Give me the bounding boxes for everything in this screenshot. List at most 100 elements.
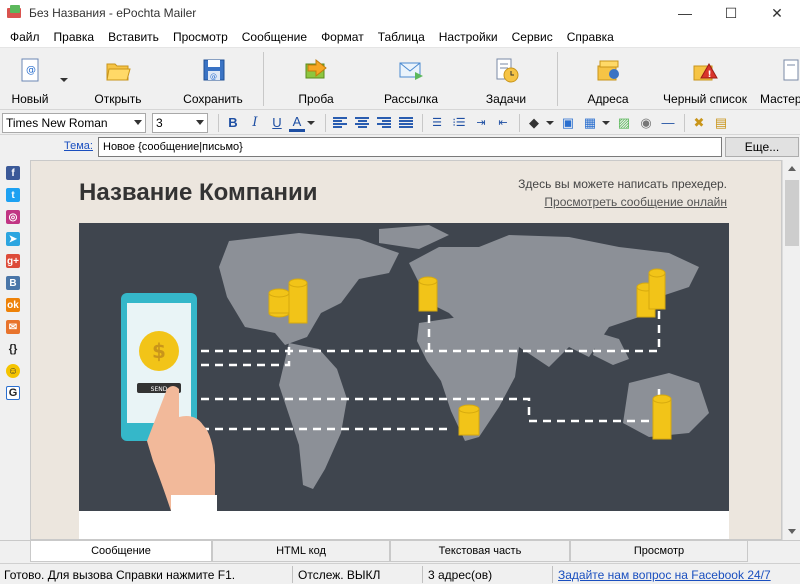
wizard-button[interactable]: Мастер: [760, 52, 800, 108]
scrollbar-thumb[interactable]: [785, 180, 799, 246]
dollar-sign: $: [152, 339, 166, 363]
vk-icon[interactable]: B: [6, 276, 20, 290]
send-button[interactable]: Рассылка: [384, 52, 438, 108]
italic-button[interactable]: I: [245, 113, 265, 133]
hero-image: $ SEND: [79, 223, 729, 511]
main-toolbar: @ Новый Открыть @ Сохранить Проба Рассыл…: [0, 48, 800, 110]
subject-label[interactable]: Тема:: [64, 140, 93, 152]
tab-text-part[interactable]: Текстовая часть: [390, 541, 570, 562]
phone-send-button: SEND: [151, 386, 168, 393]
numbered-list-icon: ☰: [432, 117, 442, 129]
address-book-icon: [594, 56, 622, 84]
menu-message[interactable]: Сообщение: [235, 30, 314, 44]
bold-button[interactable]: B: [223, 113, 243, 133]
font-family-select[interactable]: Times New Roman: [2, 112, 146, 133]
new-dropdown-arrow-icon[interactable]: [60, 78, 68, 82]
insert-image-button[interactable]: ▣: [558, 113, 578, 133]
menu-view[interactable]: Просмотр: [166, 30, 235, 44]
tab-preview[interactable]: Просмотр: [570, 541, 748, 562]
insert-picture-button[interactable]: ▨: [614, 113, 634, 133]
bullet-list-button[interactable]: ⁝☰: [449, 113, 469, 133]
view-online-link[interactable]: Просмотреть сообщение онлайн: [544, 195, 727, 209]
paste-button[interactable]: ▤: [711, 113, 731, 133]
align-right-button[interactable]: [374, 113, 394, 133]
menu-file[interactable]: Файл: [3, 30, 47, 44]
clipboard-icon: ▤: [714, 114, 728, 130]
font-size-select[interactable]: 3: [152, 112, 208, 133]
blacklist-warning-icon: !: [691, 56, 719, 84]
tasks-button[interactable]: Задачи: [484, 52, 528, 108]
message-editor[interactable]: Название Компании Здесь вы можете написа…: [30, 160, 782, 540]
save-button[interactable]: @ Сохранить: [182, 52, 244, 108]
scroll-down-icon[interactable]: [788, 529, 796, 534]
indent-icon: ⇥: [476, 117, 486, 129]
menu-table[interactable]: Таблица: [371, 30, 432, 44]
table-dropdown-icon[interactable]: [602, 120, 610, 125]
close-button[interactable]: ✕: [754, 0, 800, 26]
menu-edit[interactable]: Правка: [47, 30, 102, 44]
world-map-illustration: $ SEND: [121, 225, 709, 511]
svg-text:@: @: [210, 73, 217, 81]
blacklist-button[interactable]: ! Черный список: [660, 52, 750, 108]
telegram-icon[interactable]: ➤: [6, 232, 20, 246]
title-bar: Без Названия - ePochta Mailer — ☐ ✕: [0, 0, 800, 26]
font-color-button[interactable]: A: [289, 114, 305, 132]
font-color-dropdown-icon[interactable]: [307, 120, 315, 125]
instagram-icon[interactable]: ◎: [6, 210, 20, 224]
g-icon[interactable]: G: [6, 386, 20, 400]
test-button[interactable]: Проба: [296, 52, 336, 108]
menu-settings[interactable]: Настройки: [432, 30, 505, 44]
social-sidebar: f t ◎ ➤ g+ Bok ✉ {} ☺ G: [0, 158, 28, 540]
menu-service[interactable]: Сервис: [505, 30, 560, 44]
table-icon: ▦: [583, 114, 597, 130]
paint-bucket-icon: ◆: [529, 114, 539, 130]
braces-icon[interactable]: {}: [6, 342, 20, 356]
minimize-button[interactable]: —: [662, 0, 708, 26]
scroll-up-icon[interactable]: [788, 166, 796, 171]
editor-scrollbar[interactable]: [782, 160, 800, 540]
maximize-button[interactable]: ☐: [708, 0, 754, 26]
email-content-area[interactable]: [79, 511, 729, 539]
chevron-down-icon: [134, 120, 142, 125]
justify-button[interactable]: [396, 113, 416, 133]
status-tracking: Отслеж. ВЫКЛ: [298, 568, 381, 582]
tab-message[interactable]: Сообщение: [30, 541, 212, 562]
facebook-icon[interactable]: f: [6, 166, 20, 180]
fill-dropdown-icon[interactable]: [546, 120, 554, 125]
horizontal-line-button[interactable]: —: [658, 113, 678, 133]
status-bar: Готово. Для вызова Справки нажмите F1. О…: [0, 563, 800, 584]
new-document-icon: @: [16, 56, 44, 84]
indent-button[interactable]: ⇥: [471, 113, 491, 133]
company-name: Название Компании: [79, 179, 318, 206]
open-button[interactable]: Открыть: [94, 52, 142, 108]
google-plus-icon[interactable]: g+: [6, 254, 20, 268]
palette-icon: ◉: [640, 114, 652, 130]
outdent-button[interactable]: ⇤: [493, 113, 513, 133]
addresses-button[interactable]: Адреса: [586, 52, 630, 108]
align-left-button[interactable]: [330, 113, 350, 133]
odnoklassniki-icon[interactable]: ok: [6, 298, 20, 312]
fill-color-button[interactable]: ◆: [524, 113, 544, 133]
email-icon[interactable]: ✉: [6, 320, 20, 334]
palette-button[interactable]: ◉: [636, 113, 656, 133]
twitter-icon[interactable]: t: [6, 188, 20, 202]
menu-format[interactable]: Формат: [314, 30, 371, 44]
menu-bar: Файл Правка Вставить Просмотр Сообщение …: [0, 26, 800, 48]
align-center-button[interactable]: [352, 113, 372, 133]
clear-format-button[interactable]: ✖: [689, 113, 709, 133]
menu-insert[interactable]: Вставить: [101, 30, 166, 44]
bullet-list-icon: ⁝☰: [452, 117, 466, 129]
horizontal-line-icon: —: [661, 115, 675, 130]
tab-html-code[interactable]: HTML код: [212, 541, 390, 562]
outdent-icon: ⇤: [498, 117, 508, 129]
smiley-icon[interactable]: ☺: [6, 364, 20, 378]
subject-input[interactable]: Новое {сообщение|письмо}: [98, 137, 722, 157]
folder-open-icon: [104, 56, 132, 84]
facebook-question-link[interactable]: Задайте нам вопрос на Facebook 24/7: [558, 568, 771, 582]
new-button[interactable]: @ Новый: [10, 52, 50, 108]
underline-button[interactable]: U: [267, 113, 287, 133]
insert-table-button[interactable]: ▦: [580, 113, 600, 133]
menu-help[interactable]: Справка: [560, 30, 621, 44]
more-button[interactable]: Еще...: [725, 137, 799, 157]
numbered-list-button[interactable]: ☰: [427, 113, 447, 133]
